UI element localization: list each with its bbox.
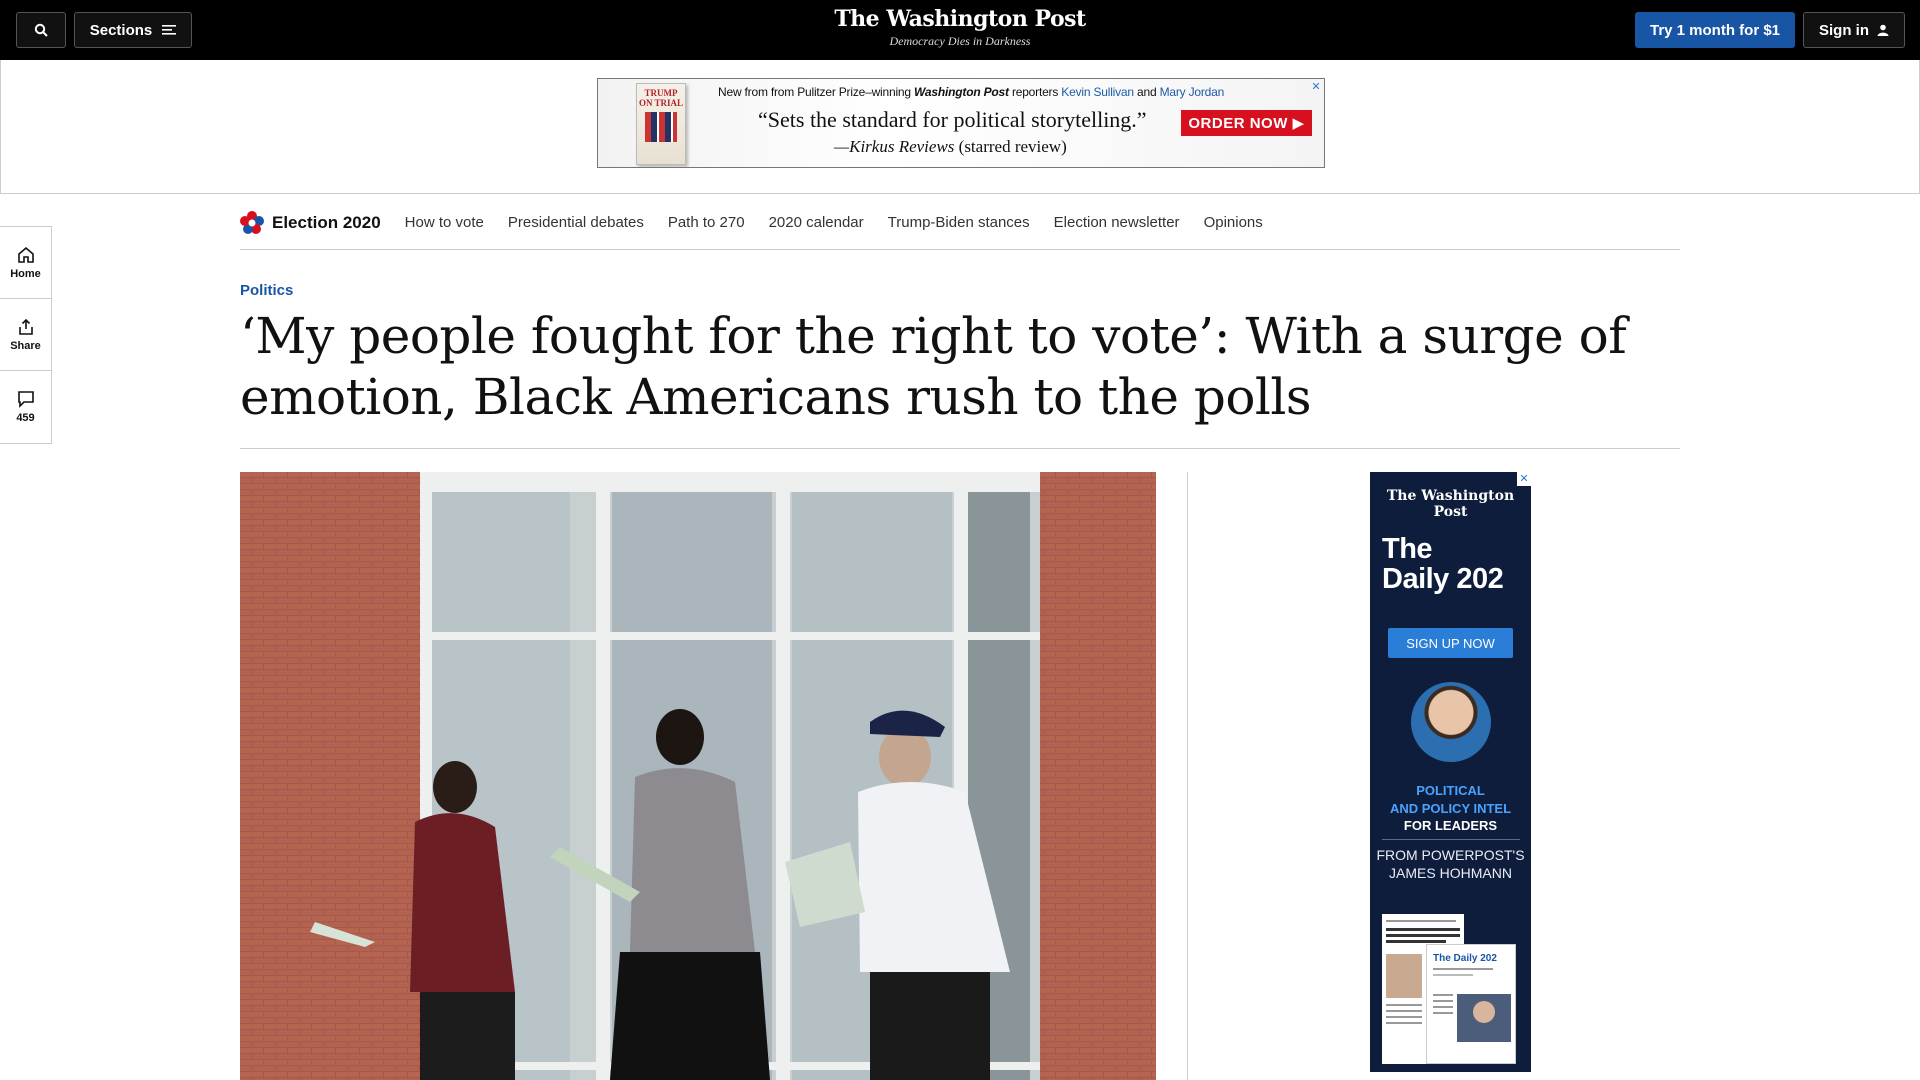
nav-link-how-to-vote[interactable]: How to vote (405, 214, 484, 231)
election-brand-label: Election 2020 (272, 212, 381, 232)
article-lead-photo (240, 472, 1156, 1080)
search-button[interactable] (16, 12, 66, 48)
menu-icon (162, 25, 177, 35)
nav-link-opinions[interactable]: Opinions (1204, 214, 1263, 231)
ad-quote: “Sets the standard for political storyte… (758, 107, 1147, 132)
logo-tagline: Democracy Dies in Darkness (889, 34, 1031, 48)
election-brand[interactable]: Election 2020 (240, 210, 381, 235)
book-advertisement[interactable]: TRUMP ON TRIAL New from from Pulitzer Pr… (597, 78, 1325, 168)
election-nav: Election 2020 How to vote Presidential d… (240, 196, 1680, 250)
rail-share-button[interactable]: Share (0, 299, 51, 371)
column-divider (1187, 472, 1188, 1080)
user-icon (1877, 24, 1889, 36)
subscribe-button[interactable]: Try 1 month for $1 (1635, 12, 1795, 48)
rail-home-label: Home (10, 267, 41, 280)
newsletter-preview-title: The Daily 202 (1433, 953, 1497, 964)
rail-home-button[interactable]: Home (0, 227, 51, 299)
side-ad-close-icon[interactable]: ✕ (1517, 472, 1531, 486)
share-icon (18, 318, 33, 335)
sections-label: Sections (89, 21, 153, 39)
side-ad-pol-line-1: POLITICAL (1416, 783, 1485, 798)
nav-link-election-newsletter[interactable]: Election newsletter (1054, 214, 1180, 231)
ad-cite-source: —Kirkus Reviews (834, 137, 955, 156)
home-icon (17, 246, 34, 263)
logo-name: The Washington Post (834, 6, 1086, 32)
ad-byline-reporters: reporters (1011, 85, 1059, 99)
sections-button[interactable]: Sections (74, 12, 192, 48)
ad-citation: —Kirkus Reviews (starred review) (834, 137, 1067, 157)
headline-divider (240, 448, 1680, 449)
side-ad-from-line-2: JAMES HOHMANN (1389, 865, 1512, 881)
ad-close-icon[interactable]: ✕ (1310, 81, 1322, 93)
sign-in-label: Sign in (1819, 21, 1869, 39)
side-ad-divider (1381, 839, 1520, 840)
ad-byline-wp: Washington Post (914, 85, 1009, 99)
side-ad-from-line-1: FROM POWERPOST'S (1376, 847, 1525, 863)
side-ad-title-line-2: Daily 202 (1382, 563, 1504, 595)
side-ad-wp-logo: The Washington Post (1386, 488, 1515, 520)
top-bar: Sections The Washington Post Democracy D… (0, 0, 1920, 60)
ad-reporter-2: Mary Jordan (1159, 85, 1225, 99)
rail-share-label: Share (10, 339, 41, 352)
side-ad-leaders: FOR LEADERS (1403, 818, 1498, 833)
book-stripes (645, 112, 677, 142)
daily-202-advertisement[interactable]: The Washington Post The Daily 202 SIGN U… (1370, 472, 1531, 1072)
side-ad-title: The Daily 202 (1382, 534, 1531, 594)
ad-reporter-1: Kevin Sullivan (1061, 85, 1134, 99)
ad-byline-and: and (1137, 85, 1157, 99)
ad-byline: New from from Pulitzer Prize–winning Was… (718, 85, 1224, 99)
rail-comments-button[interactable]: 459 (0, 371, 51, 443)
book-title: TRUMP ON TRIAL (638, 88, 684, 108)
article-kicker[interactable]: Politics (240, 282, 293, 299)
ad-band: TRUMP ON TRIAL New from from Pulitzer Pr… (0, 60, 1920, 194)
sign-up-now-button[interactable]: SIGN UP NOW (1388, 628, 1513, 658)
left-rail: Home Share 459 (0, 226, 52, 444)
order-now-button[interactable]: ORDER NOW ▶ (1181, 110, 1312, 136)
side-ad-title-line-1: The (1382, 533, 1433, 565)
sign-in-button[interactable]: Sign in (1803, 12, 1905, 48)
side-ad-pol-line-2: AND POLICY INTEL (1389, 801, 1512, 816)
side-ad-pol-text: POLITICAL AND POLICY INTEL (1370, 782, 1531, 818)
comment-icon (17, 391, 34, 408)
newsletter-preview-front: The Daily 202 (1426, 944, 1516, 1064)
nav-link-trump-biden-stances[interactable]: Trump-Biden stances (888, 214, 1030, 231)
ad-byline-prefix: New from from Pulitzer Prize–winning (718, 85, 911, 99)
nav-link-presidential-debates[interactable]: Presidential debates (508, 214, 644, 231)
side-ad-from: FROM POWERPOST'S JAMES HOHMANN (1370, 846, 1531, 882)
election-star-icon (240, 210, 264, 234)
site-logo[interactable]: The Washington Post Democracy Dies in Da… (760, 6, 1160, 49)
search-icon (34, 23, 48, 37)
article-headline: ‘My people fought for the right to vote’… (240, 307, 1627, 426)
author-portrait (1410, 682, 1491, 762)
book-cover-image: TRUMP ON TRIAL (636, 83, 686, 165)
ad-cite-note: (starred review) (958, 137, 1067, 156)
rail-comments-count: 459 (16, 412, 35, 424)
nav-link-path-to-270[interactable]: Path to 270 (668, 214, 745, 231)
nav-link-2020-calendar[interactable]: 2020 calendar (769, 214, 864, 231)
